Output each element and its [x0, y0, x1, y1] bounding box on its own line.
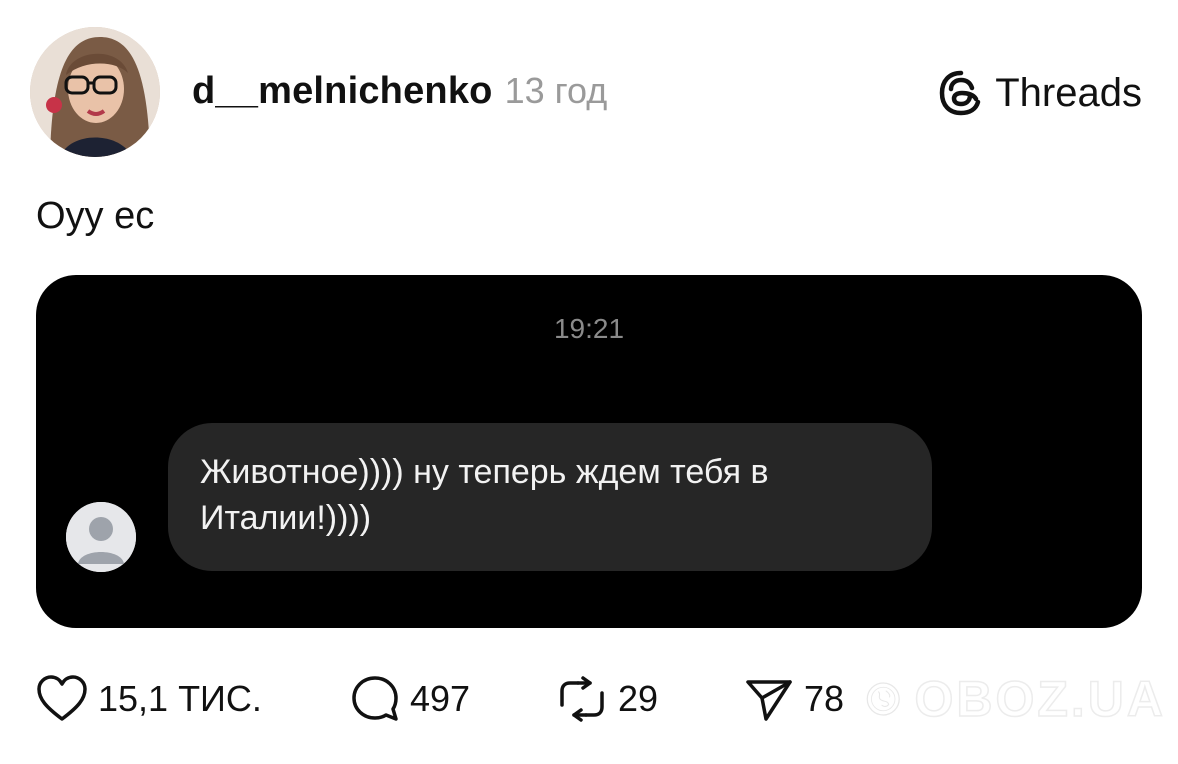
author-avatar[interactable]: [30, 27, 160, 157]
share-action[interactable]: 78: [744, 668, 844, 730]
comment-icon: [352, 676, 398, 721]
send-icon: [746, 680, 792, 721]
like-action[interactable]: 15,1 ТИС.: [36, 668, 262, 730]
watermark-text: OBOZ.UA: [914, 670, 1166, 728]
like-count: 15,1 ТИС.: [98, 678, 262, 719]
repost-action[interactable]: 29: [556, 668, 658, 730]
threads-logo-icon: [939, 70, 981, 116]
sender-avatar: [66, 502, 136, 572]
username[interactable]: d__melnichenko: [192, 70, 493, 113]
watermark: OBOZ.UA: [866, 646, 1166, 752]
repost-count: 29: [618, 678, 659, 719]
threads-brand: Threads: [937, 66, 1142, 120]
heart-icon: [37, 675, 87, 721]
post-timestamp: 13 год: [504, 70, 608, 111]
comment-count: 497: [410, 678, 471, 719]
chat-timestamp: 19:21: [553, 313, 625, 344]
post-text: Оуу ес: [36, 195, 155, 237]
repost-icon: [560, 676, 604, 722]
share-count: 78: [804, 678, 845, 719]
comment-action[interactable]: 497: [350, 668, 470, 730]
chat-screenshot[interactable]: 19:21 Животное)))) ну теперь ждем тебя в…: [36, 275, 1142, 628]
message-bubble: Животное)))) ну теперь ждем тебя в Итали…: [168, 423, 932, 571]
avatar-photo: [30, 27, 160, 157]
author-row: d__melnichenko 13 год: [192, 70, 607, 120]
threads-label: Threads: [995, 70, 1142, 115]
default-avatar-icon: [66, 502, 136, 572]
globe-logo-icon: [866, 682, 900, 716]
